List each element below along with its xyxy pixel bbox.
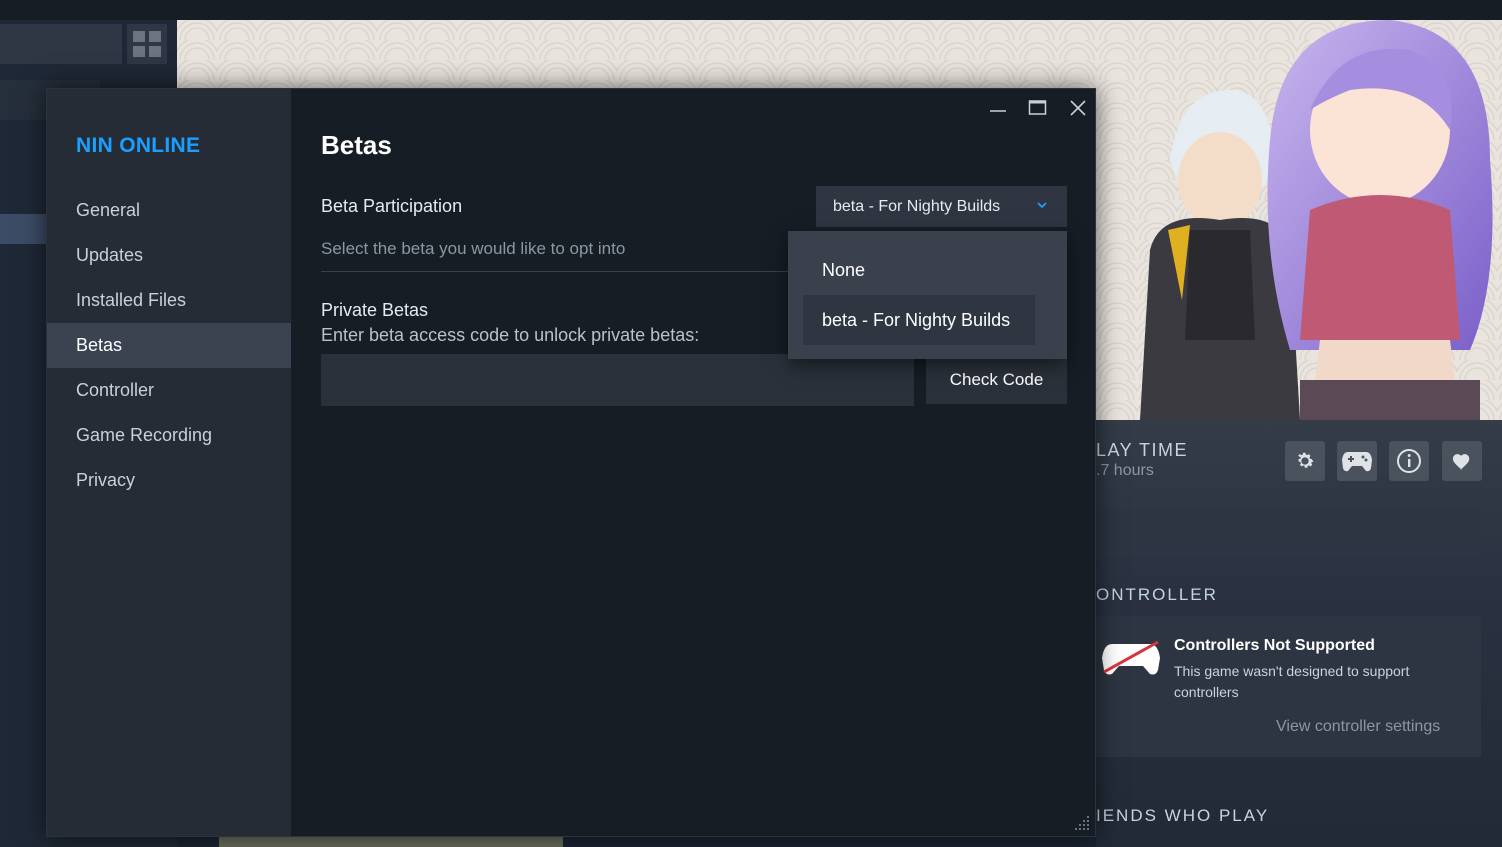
private-betas-description: Enter beta access code to unlock private… bbox=[321, 325, 700, 345]
minimize-button[interactable] bbox=[980, 95, 1016, 121]
beta-access-code-input[interactable] bbox=[321, 354, 914, 406]
title-bar bbox=[0, 0, 1502, 20]
minimize-icon bbox=[990, 110, 1006, 112]
view-controller-settings-link[interactable]: View controller settings bbox=[1276, 718, 1440, 736]
grid-icon bbox=[133, 31, 161, 57]
beta-select-value: beta - For Nighty Builds bbox=[833, 197, 1001, 215]
resize-grip-icon[interactable] bbox=[1073, 814, 1091, 832]
library-home-tab[interactable] bbox=[0, 24, 122, 64]
nav-betas[interactable]: Betas bbox=[47, 323, 291, 368]
info-icon bbox=[1397, 449, 1421, 473]
gamepad-icon bbox=[1342, 452, 1372, 472]
play-time-value: .7 hours bbox=[1096, 462, 1154, 479]
favorite-button[interactable] bbox=[1442, 441, 1482, 481]
beta-options-menu: None beta - For Nighty Builds bbox=[788, 231, 1067, 359]
grid-view-button[interactable] bbox=[127, 24, 167, 64]
close-icon bbox=[1070, 100, 1086, 116]
heart-icon bbox=[1452, 454, 1470, 471]
beta-participation-description: Select the beta you would like to opt in… bbox=[321, 239, 626, 258]
controller-not-supported-icon bbox=[1102, 640, 1160, 675]
beta-participation-label: Beta Participation bbox=[321, 196, 463, 216]
gear-icon bbox=[1298, 452, 1314, 468]
controller-button[interactable] bbox=[1337, 441, 1377, 481]
close-button[interactable] bbox=[1060, 95, 1096, 121]
game-title: NIN ONLINE bbox=[76, 134, 201, 157]
friends-section-title: IENDS WHO PLAY bbox=[1096, 806, 1270, 825]
maximize-button[interactable] bbox=[1020, 95, 1056, 121]
properties-sidebar: NIN ONLINE General Updates Installed Fil… bbox=[47, 89, 291, 836]
private-betas-label: Private Betas bbox=[321, 300, 429, 320]
beta-option-nighty-builds[interactable]: beta - For Nighty Builds bbox=[803, 295, 1035, 345]
game-activity-strip bbox=[1096, 510, 1481, 556]
nav-general[interactable]: General bbox=[47, 188, 291, 233]
nav-updates[interactable]: Updates bbox=[47, 233, 291, 278]
game-info-button[interactable] bbox=[1389, 441, 1429, 481]
section-divider bbox=[321, 271, 791, 272]
controller-card-title: Controllers Not Supported bbox=[1174, 637, 1375, 654]
chevron-down-icon bbox=[1037, 202, 1047, 209]
controller-card-description: This game wasn't designed to support con… bbox=[1174, 663, 1410, 700]
nav-controller[interactable]: Controller bbox=[47, 368, 291, 413]
controller-section-title: ONTROLLER bbox=[1096, 585, 1218, 604]
game-settings-button[interactable] bbox=[1285, 441, 1325, 481]
hero-character-art bbox=[1140, 20, 1493, 420]
beta-select-dropdown[interactable]: beta - For Nighty Builds bbox=[816, 186, 1067, 227]
beta-option-none[interactable]: None bbox=[803, 245, 1035, 295]
nav-installed-files[interactable]: Installed Files bbox=[47, 278, 291, 323]
selected-game-row[interactable] bbox=[0, 214, 46, 244]
page-title: Betas bbox=[321, 130, 392, 160]
nav-game-recording[interactable]: Game Recording bbox=[47, 413, 291, 458]
play-time-label: LAY TIME bbox=[1096, 440, 1189, 460]
nav-privacy[interactable]: Privacy bbox=[47, 458, 291, 503]
maximize-icon bbox=[1028, 100, 1047, 115]
game-properties-dialog: NIN ONLINE General Updates Installed Fil… bbox=[46, 88, 1096, 837]
check-code-button[interactable]: Check Code bbox=[926, 356, 1067, 404]
